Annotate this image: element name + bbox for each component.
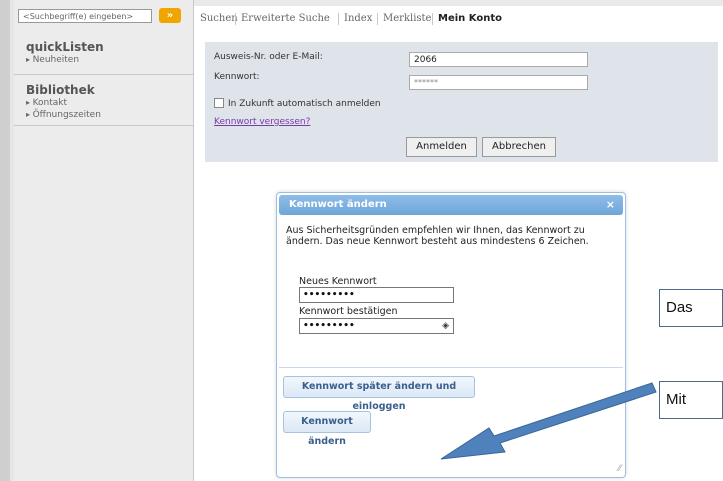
- arrow-shape: [440, 382, 657, 460]
- annotation-arrow: [440, 382, 657, 460]
